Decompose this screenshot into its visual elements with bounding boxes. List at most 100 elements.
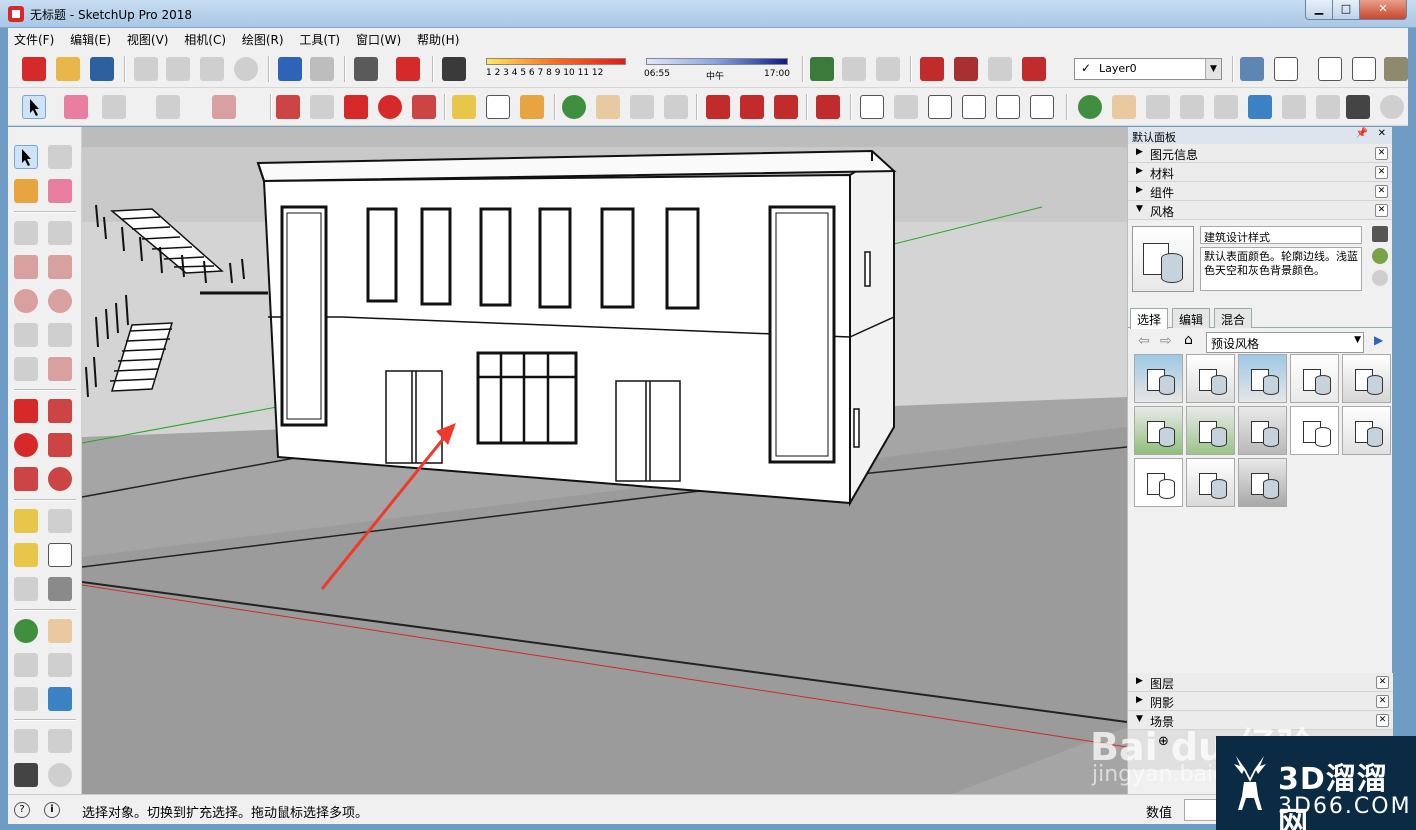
shadow-time-slider[interactable]: 06:55 中午 17:00 <box>642 54 792 84</box>
text-tool-icon[interactable] <box>48 543 72 567</box>
model-viewport[interactable] <box>82 127 1127 794</box>
pie-tool-icon[interactable] <box>48 357 72 381</box>
style-swatch[interactable] <box>1186 458 1235 507</box>
maximize-button[interactable]: □ <box>1332 0 1360 20</box>
close-icon[interactable]: ✕ <box>1378 128 1386 139</box>
zoom-extents-icon[interactable] <box>664 95 688 119</box>
previous-view-icon[interactable] <box>1248 95 1272 119</box>
orbit-tool-icon[interactable] <box>14 619 38 643</box>
extension-manager-icon[interactable] <box>816 95 840 119</box>
tab-edit[interactable]: 编辑 <box>1172 308 1211 328</box>
wireframe-icon[interactable] <box>1318 57 1342 81</box>
walk-footprints-icon[interactable] <box>1346 95 1370 119</box>
geo-location-icon[interactable] <box>810 57 834 81</box>
select-arrow-icon[interactable] <box>22 95 46 119</box>
close-icon[interactable]: ✕ <box>1376 676 1389 689</box>
help-icon[interactable]: ? <box>14 802 30 818</box>
position-camera-icon[interactable] <box>1282 95 1306 119</box>
copy-icon[interactable] <box>166 57 190 81</box>
arc-icon[interactable] <box>156 95 180 119</box>
two-point-arc-icon[interactable] <box>48 323 72 347</box>
new-file-icon[interactable] <box>22 57 46 81</box>
front-view-icon[interactable] <box>928 95 952 119</box>
forward-arrow-icon[interactable]: ⇨ <box>1160 333 1172 349</box>
terrain-icon[interactable] <box>842 57 866 81</box>
zoom-window-tool-icon[interactable] <box>48 653 72 677</box>
follow-me-tool-icon[interactable] <box>48 433 72 457</box>
scale-tool-icon[interactable] <box>14 467 38 491</box>
redo-icon[interactable] <box>310 57 334 81</box>
zoom-icon[interactable] <box>630 95 654 119</box>
paste-icon[interactable] <box>200 57 224 81</box>
section-shadows[interactable]: ▶ 阴影 ✕ <box>1128 692 1393 711</box>
style-description-field[interactable]: 默认表面颜色。轮廓边线。浅蓝色天空和灰色背景颜色。 <box>1200 247 1362 291</box>
pan-tool-icon[interactable] <box>48 619 72 643</box>
close-icon[interactable]: ✕ <box>1375 204 1388 217</box>
previous-tool-icon[interactable] <box>48 687 72 711</box>
text-label-icon[interactable] <box>486 95 510 119</box>
shaded-icon[interactable] <box>1384 57 1408 81</box>
hidden-line-icon[interactable] <box>1352 57 1376 81</box>
cut-icon[interactable] <box>134 57 158 81</box>
follow-me-icon[interactable] <box>310 95 334 119</box>
section-plane-icon[interactable] <box>1380 95 1404 119</box>
layer-select[interactable]: ✓ Layer0 ▼ <box>1074 58 1222 80</box>
create-style-icon[interactable] <box>1372 248 1388 264</box>
rotated-rectangle-icon[interactable] <box>48 255 72 279</box>
look-around-eye-icon[interactable] <box>1316 95 1340 119</box>
zoom-tool-icon[interactable] <box>14 653 38 677</box>
section-components[interactable]: ▶ 组件 ✕ <box>1128 182 1392 201</box>
style-swatch[interactable] <box>1342 406 1391 455</box>
back-view-icon[interactable] <box>996 95 1020 119</box>
menu-draw[interactable]: 绘图(R) <box>236 28 290 48</box>
menu-help[interactable]: 帮助(H) <box>411 28 465 48</box>
eraser-icon[interactable] <box>64 95 88 119</box>
paint-tool-icon[interactable] <box>14 179 38 203</box>
refresh-icon[interactable] <box>1372 270 1388 286</box>
section-entity-info[interactable]: ▶ 图元信息 ✕ <box>1128 144 1392 163</box>
make-component-icon[interactable] <box>48 145 72 169</box>
collection-select[interactable]: 预设风格 ▼ <box>1206 332 1364 353</box>
iso-view-icon[interactable] <box>860 95 884 119</box>
pin-icon[interactable]: 📌 <box>1356 128 1368 139</box>
menu-view[interactable]: 视图(V) <box>121 28 175 48</box>
style-swatch[interactable] <box>1134 354 1183 403</box>
minimize-button[interactable]: ▁ <box>1305 0 1333 20</box>
move-icon[interactable] <box>344 95 368 119</box>
zoom-window-icon[interactable] <box>1180 95 1204 119</box>
orbit-camera-icon[interactable] <box>1078 95 1102 119</box>
model-info-icon[interactable] <box>396 57 420 81</box>
section-styles[interactable]: ▼ 风格 ✕ <box>1128 201 1392 220</box>
tab-select[interactable]: 选择 <box>1130 308 1169 329</box>
share-model-icon[interactable] <box>954 57 978 81</box>
eraser-tool-icon[interactable] <box>48 179 72 203</box>
close-icon[interactable]: ✕ <box>1375 147 1388 160</box>
menu-tools[interactable]: 工具(T) <box>293 28 346 48</box>
menu-camera[interactable]: 相机(C) <box>178 28 232 48</box>
style-swatch[interactable] <box>1238 354 1287 403</box>
look-around-tool-icon[interactable] <box>48 729 72 753</box>
dimension-tool-icon[interactable] <box>48 509 72 533</box>
share-component-icon[interactable] <box>988 57 1012 81</box>
style-swatch[interactable] <box>1134 406 1183 455</box>
update-style-icon[interactable] <box>1372 226 1388 242</box>
tab-mix[interactable]: 混合 <box>1214 308 1253 328</box>
undo-icon[interactable] <box>278 57 302 81</box>
freehand-tool-icon[interactable] <box>48 221 72 245</box>
section-materials[interactable]: ▶ 材料 ✕ <box>1128 163 1392 182</box>
rotate-icon[interactable] <box>378 95 402 119</box>
select-tool-icon[interactable] <box>14 145 38 169</box>
pan-hand-icon[interactable] <box>596 95 620 119</box>
rotate-tool-icon[interactable] <box>14 433 38 457</box>
three-point-arc-icon[interactable] <box>14 357 38 381</box>
tape-tool-icon[interactable] <box>14 509 38 533</box>
section-layers[interactable]: ▶ 图层 ✕ <box>1128 673 1393 692</box>
top-view-icon[interactable] <box>894 95 918 119</box>
style-swatch[interactable] <box>1342 354 1391 403</box>
offset-tool-icon[interactable] <box>48 467 72 491</box>
rectangle-icon[interactable] <box>212 95 236 119</box>
warehouse-share-icon[interactable] <box>774 95 798 119</box>
warehouse-download-icon[interactable] <box>706 95 730 119</box>
rectangle-tool-icon[interactable] <box>14 255 38 279</box>
back-edges-icon[interactable] <box>1274 57 1298 81</box>
